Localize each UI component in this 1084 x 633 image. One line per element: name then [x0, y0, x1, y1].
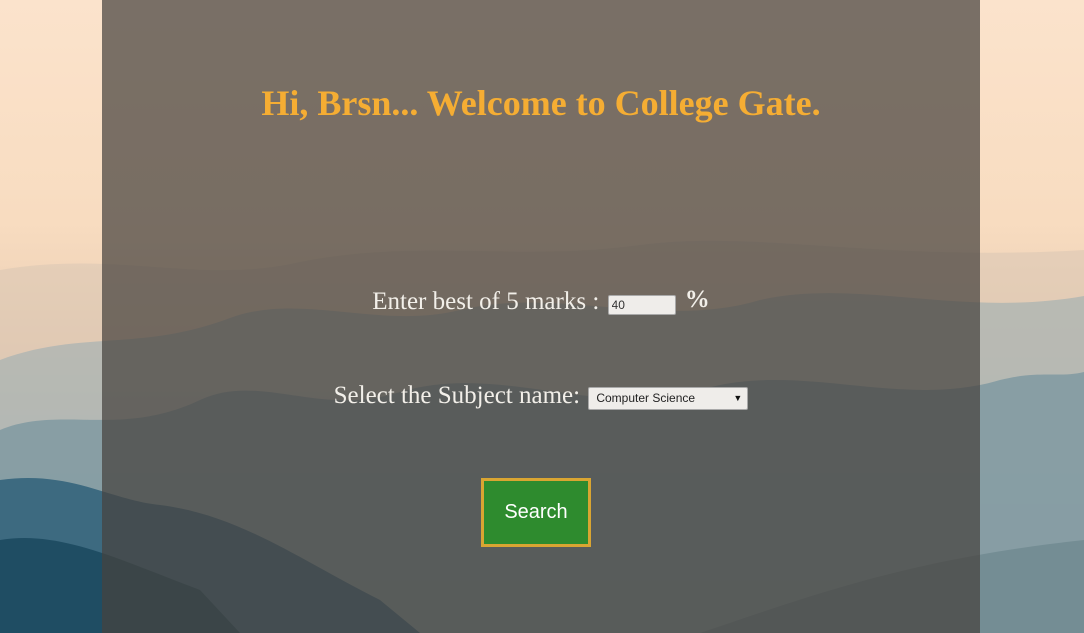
subject-label: Select the Subject name: — [333, 382, 581, 409]
subject-row: Select the Subject name: Computer Scienc… — [102, 382, 980, 410]
dropdown-arrow-icon: ▼ — [733, 392, 743, 403]
percent-sign: % — [684, 286, 710, 313]
marks-row: Enter best of 5 marks : % — [102, 286, 980, 316]
search-button[interactable]: Search — [481, 478, 591, 547]
main-panel: Hi, Brsn... Welcome to College Gate. Ent… — [102, 0, 980, 633]
marks-label: Enter best of 5 marks : — [372, 288, 600, 315]
subject-select[interactable]: Computer Science ▼ — [588, 386, 749, 410]
page-title: Hi, Brsn... Welcome to College Gate. — [261, 83, 821, 123]
marks-input[interactable] — [607, 295, 676, 316]
subject-selected-value: Computer Science — [596, 390, 696, 405]
